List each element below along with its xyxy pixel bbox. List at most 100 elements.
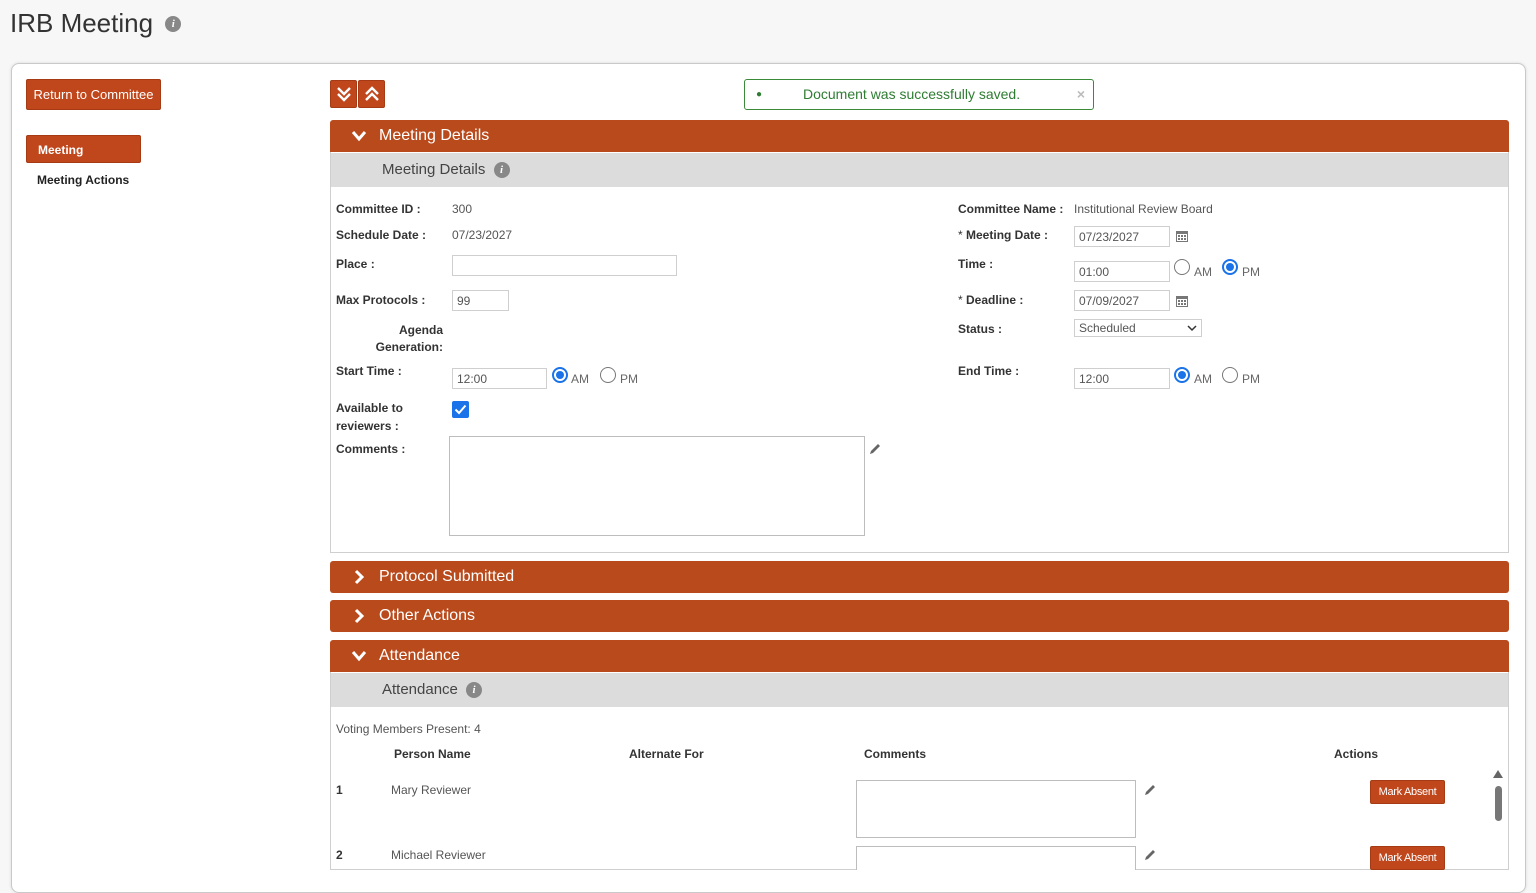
- place-input[interactable]: [452, 255, 677, 276]
- status-select-value: Scheduled: [1079, 321, 1136, 335]
- section-header-protocol-submitted[interactable]: Protocol Submitted: [330, 561, 1509, 593]
- time-pm-radio[interactable]: [1222, 259, 1238, 275]
- deadline-input[interactable]: [1074, 290, 1170, 311]
- checkmark-icon: [454, 404, 467, 415]
- page-title: IRB Meeting i: [10, 8, 182, 39]
- double-chevron-up-icon: [364, 86, 379, 101]
- chevron-down-icon: [1187, 325, 1197, 332]
- person-name: Mary Reviewer: [391, 783, 472, 797]
- start-time-pm-label: PM: [620, 372, 638, 386]
- info-icon[interactable]: i: [466, 682, 483, 699]
- time-label: Time :: [958, 257, 994, 271]
- agenda-generation-line2: Generation:: [375, 340, 443, 354]
- subsection-title: Attendance i: [382, 673, 483, 707]
- return-to-committee-button[interactable]: Return to Committee: [26, 79, 161, 110]
- committee-id-label: Committee ID :: [336, 202, 421, 216]
- time-input[interactable]: [1074, 261, 1170, 282]
- start-time-pm-radio[interactable]: [600, 367, 616, 383]
- schedule-date-label: Schedule Date :: [336, 228, 427, 242]
- deadline-label-text: Deadline :: [966, 293, 1024, 307]
- available-label: Available to reviewers :: [336, 399, 403, 435]
- subsection-title: Meeting Details i: [382, 153, 510, 187]
- end-time-pm-label: PM: [1242, 372, 1260, 386]
- subsection-header-attendance: Attendance i: [331, 673, 1508, 707]
- start-time-label: Start Time :: [336, 364, 402, 378]
- success-alert: ● Document was successfully saved. ×: [744, 79, 1094, 110]
- committee-id-value: 300: [452, 202, 473, 216]
- mark-absent-button[interactable]: Mark Absent: [1370, 846, 1445, 870]
- required-marker: *: [958, 228, 963, 242]
- max-protocols-input[interactable]: [452, 290, 509, 311]
- calendar-icon[interactable]: [1175, 294, 1189, 313]
- max-protocols-label: Max Protocols :: [336, 293, 426, 307]
- pencil-icon[interactable]: [1143, 783, 1157, 802]
- available-label-line1: Available to: [336, 401, 403, 415]
- start-time-input[interactable]: [452, 368, 547, 389]
- bullet-icon: ●: [756, 89, 763, 100]
- section-header-attendance[interactable]: Attendance: [330, 640, 1509, 672]
- scroll-up-arrow-icon[interactable]: [1493, 770, 1503, 778]
- place-label: Place :: [336, 257, 375, 271]
- collapse-all-button[interactable]: [358, 80, 385, 108]
- column-header-person-name: Person Name: [394, 747, 471, 761]
- chevron-right-icon: [350, 561, 368, 593]
- close-icon[interactable]: ×: [1077, 80, 1085, 109]
- deadline-label: * Deadline :: [958, 293, 1023, 307]
- status-label: Status :: [958, 322, 1003, 336]
- end-time-am-radio[interactable]: [1174, 367, 1190, 383]
- end-time-pm-radio[interactable]: [1222, 367, 1238, 383]
- subsection-header-meeting-details: Meeting Details i: [331, 153, 1508, 187]
- section-header-other-actions[interactable]: Other Actions: [330, 600, 1509, 632]
- available-checkbox[interactable]: [452, 401, 469, 418]
- comments-label: Comments :: [336, 442, 406, 456]
- meeting-date-input[interactable]: [1074, 226, 1170, 247]
- subsection-title-text: Attendance: [382, 681, 458, 698]
- column-header-comments: Comments: [864, 747, 927, 761]
- comments-textarea[interactable]: [449, 436, 865, 536]
- expand-all-button[interactable]: [330, 80, 357, 108]
- section-header-meeting-details[interactable]: Meeting Details: [330, 120, 1509, 152]
- section-title: Attendance: [379, 647, 460, 664]
- time-am-radio[interactable]: [1174, 259, 1190, 275]
- sidebar-item-meeting[interactable]: Meeting: [26, 135, 141, 163]
- calendar-icon[interactable]: [1175, 229, 1189, 248]
- chevron-down-icon: [350, 640, 368, 672]
- row-comments-textarea[interactable]: [856, 846, 1136, 870]
- committee-name-value: Institutional Review Board: [1074, 202, 1213, 216]
- section-title: Meeting Details: [379, 127, 490, 144]
- mark-absent-button[interactable]: Mark Absent: [1370, 780, 1445, 804]
- subsection-title-text: Meeting Details: [382, 161, 486, 178]
- info-icon[interactable]: i: [165, 16, 182, 33]
- chevron-down-icon: [350, 120, 368, 152]
- double-chevron-down-icon: [336, 87, 351, 102]
- time-pm-label: PM: [1242, 265, 1260, 279]
- column-header-alternate-for: Alternate For: [629, 747, 704, 761]
- alert-message: Document was successfully saved.: [803, 86, 1021, 102]
- voting-members-present: Voting Members Present: 4: [336, 722, 481, 736]
- scrollbar-thumb[interactable]: [1495, 786, 1502, 821]
- table-row: 1 Mary Reviewer Mark Absent: [330, 775, 1480, 840]
- chevron-right-icon: [350, 600, 368, 632]
- column-header-actions: Actions: [1334, 747, 1379, 761]
- status-select[interactable]: Scheduled: [1074, 319, 1202, 337]
- section-title: Other Actions: [379, 607, 476, 624]
- end-time-label: End Time :: [958, 364, 1020, 378]
- start-time-am-radio[interactable]: [552, 367, 568, 383]
- sidebar-item-meeting-actions[interactable]: Meeting Actions: [37, 173, 129, 187]
- schedule-date-value: 07/23/2027: [452, 228, 513, 242]
- end-time-am-label: AM: [1194, 372, 1212, 386]
- pencil-icon[interactable]: [868, 442, 882, 461]
- agenda-generation-line1: Agenda: [398, 323, 443, 337]
- time-am-label: AM: [1194, 265, 1212, 279]
- row-comments-textarea[interactable]: [856, 780, 1136, 838]
- pencil-icon[interactable]: [1143, 848, 1157, 867]
- end-time-input[interactable]: [1074, 368, 1170, 389]
- person-name: Michael Reviewer: [391, 848, 486, 862]
- row-number: 1: [336, 783, 343, 797]
- table-row: 2 Michael Reviewer Mark Absent: [330, 840, 1480, 870]
- info-icon[interactable]: i: [493, 162, 510, 179]
- section-title: Protocol Submitted: [379, 568, 515, 585]
- committee-name-label: Committee Name :: [958, 202, 1064, 216]
- required-marker: *: [958, 293, 963, 307]
- agenda-generation-label: Agenda Generation:: [336, 322, 443, 356]
